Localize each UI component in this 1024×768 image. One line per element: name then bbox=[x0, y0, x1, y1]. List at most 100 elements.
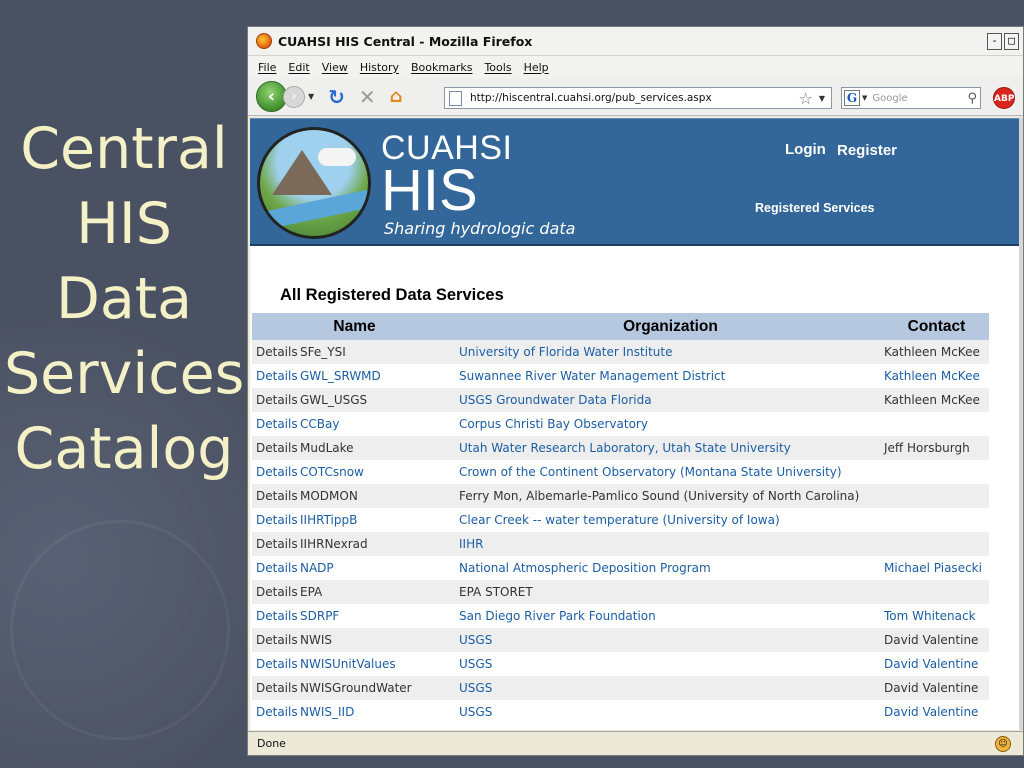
table-row: Details NADP National Atmospheric Depositi… bbox=[252, 556, 989, 580]
service-organization[interactable]: USGS bbox=[457, 676, 884, 700]
menu-tools[interactable]: Tools bbox=[484, 61, 511, 74]
service-organization[interactable]: USGS bbox=[457, 652, 884, 676]
slide-title-line: HIS bbox=[76, 191, 172, 257]
register-link[interactable]: Register bbox=[837, 142, 897, 159]
menu-help[interactable]: Help bbox=[524, 61, 549, 74]
service-name[interactable]: GWL_SRWMD bbox=[300, 364, 457, 388]
status-text: Done bbox=[257, 737, 286, 750]
menu-edit[interactable]: Edit bbox=[288, 61, 309, 74]
search-box[interactable]: G ▼ Google ⚲ bbox=[841, 87, 981, 109]
details-link[interactable]: Details bbox=[252, 412, 300, 436]
service-name: SFe_YSI bbox=[300, 340, 457, 364]
service-contact[interactable]: David Valentine bbox=[884, 700, 989, 724]
history-dropdown-icon[interactable]: ▼ bbox=[308, 92, 314, 101]
menu-bar: File Edit View History Bookmarks Tools H… bbox=[248, 56, 1023, 78]
navigation-toolbar: ‹ › ▼ ↻ ✕ ⌂ http://hiscentral.cuahsi.org… bbox=[248, 78, 1023, 116]
table-row: Details CCBay Corpus Christi Bay Observato… bbox=[252, 412, 989, 436]
details-link[interactable]: Details bbox=[252, 580, 300, 604]
service-contact[interactable]: Tom Whitenack bbox=[884, 604, 989, 628]
details-link[interactable]: Details bbox=[252, 556, 300, 580]
menu-bookmarks[interactable]: Bookmarks bbox=[411, 61, 472, 74]
service-contact[interactable]: Michael Piasecki bbox=[884, 556, 989, 580]
service-organization[interactable]: University of Florida Water Institute bbox=[457, 340, 884, 364]
details-link[interactable]: Details bbox=[252, 700, 300, 724]
service-contact: Kathleen McKee bbox=[884, 388, 989, 412]
table-row: Details NWIS USGS David Valentine bbox=[252, 628, 989, 652]
service-organization[interactable]: USGS bbox=[457, 628, 884, 652]
service-contact[interactable]: David Valentine bbox=[884, 652, 989, 676]
bookmark-star-icon[interactable]: ☆ bbox=[799, 89, 813, 108]
service-organization[interactable]: Crown of the Continent Observatory (Mont… bbox=[457, 460, 884, 484]
window-title: CUAHSI HIS Central - Mozilla Firefox bbox=[278, 33, 533, 49]
column-header-contact: Contact bbox=[884, 313, 989, 340]
login-link[interactable]: Login bbox=[785, 141, 826, 158]
services-table: Name Organization Contact Details SFe_YSI… bbox=[252, 313, 989, 724]
service-name[interactable]: SDRPF bbox=[300, 604, 457, 628]
details-link[interactable]: Details bbox=[252, 484, 300, 508]
details-link[interactable]: Details bbox=[252, 604, 300, 628]
search-placeholder[interactable]: Google bbox=[872, 93, 907, 104]
service-organization[interactable]: Corpus Christi Bay Observatory bbox=[457, 412, 884, 436]
column-header-name: Name bbox=[252, 313, 457, 340]
status-face-icon[interactable]: ☺ bbox=[995, 735, 1011, 752]
url-text[interactable]: http://hiscentral.cuahsi.org/pub_service… bbox=[470, 92, 799, 104]
service-contact[interactable]: Kathleen McKee bbox=[884, 364, 989, 388]
service-organization[interactable]: Suwannee River Water Management District bbox=[457, 364, 884, 388]
service-organization[interactable]: National Atmospheric Deposition Program bbox=[457, 556, 884, 580]
forward-button[interactable]: › bbox=[283, 85, 305, 108]
service-name[interactable]: NWIS_IID bbox=[300, 700, 457, 724]
service-contact bbox=[884, 412, 989, 436]
service-name[interactable]: COTCsnow bbox=[300, 460, 457, 484]
service-contact: Jeff Horsburgh bbox=[884, 436, 989, 460]
registered-services-link[interactable]: Registered Services bbox=[755, 201, 875, 215]
google-icon[interactable]: G bbox=[844, 90, 860, 106]
table-row: Details NWISGroundWater USGS David Valentin… bbox=[252, 676, 989, 700]
minimize-button[interactable]: - bbox=[987, 32, 1002, 50]
details-link[interactable]: Details bbox=[252, 364, 300, 388]
details-link[interactable]: Details bbox=[252, 508, 300, 532]
details-link[interactable]: Details bbox=[252, 532, 300, 556]
service-name[interactable]: CCBay bbox=[300, 412, 457, 436]
stop-icon[interactable]: ✕ bbox=[359, 85, 376, 109]
table-row: Details NWIS_IID USGS David Valentine bbox=[252, 700, 989, 724]
search-icon[interactable]: ⚲ bbox=[967, 91, 977, 106]
details-link[interactable]: Details bbox=[252, 460, 300, 484]
details-link[interactable]: Details bbox=[252, 652, 300, 676]
details-link[interactable]: Details bbox=[252, 388, 300, 412]
reload-icon[interactable]: ↻ bbox=[328, 85, 345, 109]
url-dropdown-icon[interactable]: ▼ bbox=[819, 94, 825, 103]
service-organization[interactable]: Clear Creek -- water temperature (Univer… bbox=[457, 508, 884, 532]
adblock-icon[interactable]: ABP bbox=[993, 87, 1015, 109]
service-organization: EPA STORET bbox=[457, 580, 884, 604]
details-link[interactable]: Details bbox=[252, 340, 300, 364]
details-link[interactable]: Details bbox=[252, 676, 300, 700]
address-bar[interactable]: http://hiscentral.cuahsi.org/pub_service… bbox=[444, 87, 832, 109]
service-name[interactable]: NADP bbox=[300, 556, 457, 580]
menu-file[interactable]: File bbox=[258, 61, 276, 74]
service-organization[interactable]: Utah Water Research Laboratory, Utah Sta… bbox=[457, 436, 884, 460]
brand-tagline: Sharing hydrologic data bbox=[384, 219, 576, 238]
service-name: NWISGroundWater bbox=[300, 676, 457, 700]
service-contact: David Valentine bbox=[884, 628, 989, 652]
search-engine-dropdown-icon[interactable]: ▼ bbox=[862, 94, 867, 102]
site-header: CUAHSI HIS Sharing hydrologic data Login… bbox=[250, 118, 1021, 246]
service-organization[interactable]: San Diego River Park Foundation bbox=[457, 604, 884, 628]
service-name[interactable]: IIHRTippB bbox=[300, 508, 457, 532]
service-organization[interactable]: USGS bbox=[457, 700, 884, 724]
menu-view[interactable]: View bbox=[322, 61, 348, 74]
title-bar: CUAHSI HIS Central - Mozilla Firefox - □ bbox=[248, 27, 1023, 56]
vertical-scrollbar[interactable] bbox=[1019, 118, 1023, 730]
service-organization[interactable]: USGS Groundwater Data Florida bbox=[457, 388, 884, 412]
service-contact bbox=[884, 508, 989, 532]
table-row: Details MODMON Ferry Mon, Albemarle-Pamlic… bbox=[252, 484, 989, 508]
details-link[interactable]: Details bbox=[252, 628, 300, 652]
service-name[interactable]: NWISUnitValues bbox=[300, 652, 457, 676]
firefox-icon bbox=[256, 33, 272, 49]
home-icon[interactable]: ⌂ bbox=[390, 86, 403, 107]
menu-history[interactable]: History bbox=[360, 61, 399, 74]
browser-window: CUAHSI HIS Central - Mozilla Firefox - □… bbox=[247, 26, 1024, 756]
service-organization[interactable]: IIHR bbox=[457, 532, 884, 556]
maximize-button[interactable]: □ bbox=[1004, 32, 1019, 50]
table-row: Details GWL_SRWMD Suwannee River Water Man… bbox=[252, 364, 989, 388]
details-link[interactable]: Details bbox=[252, 436, 300, 460]
